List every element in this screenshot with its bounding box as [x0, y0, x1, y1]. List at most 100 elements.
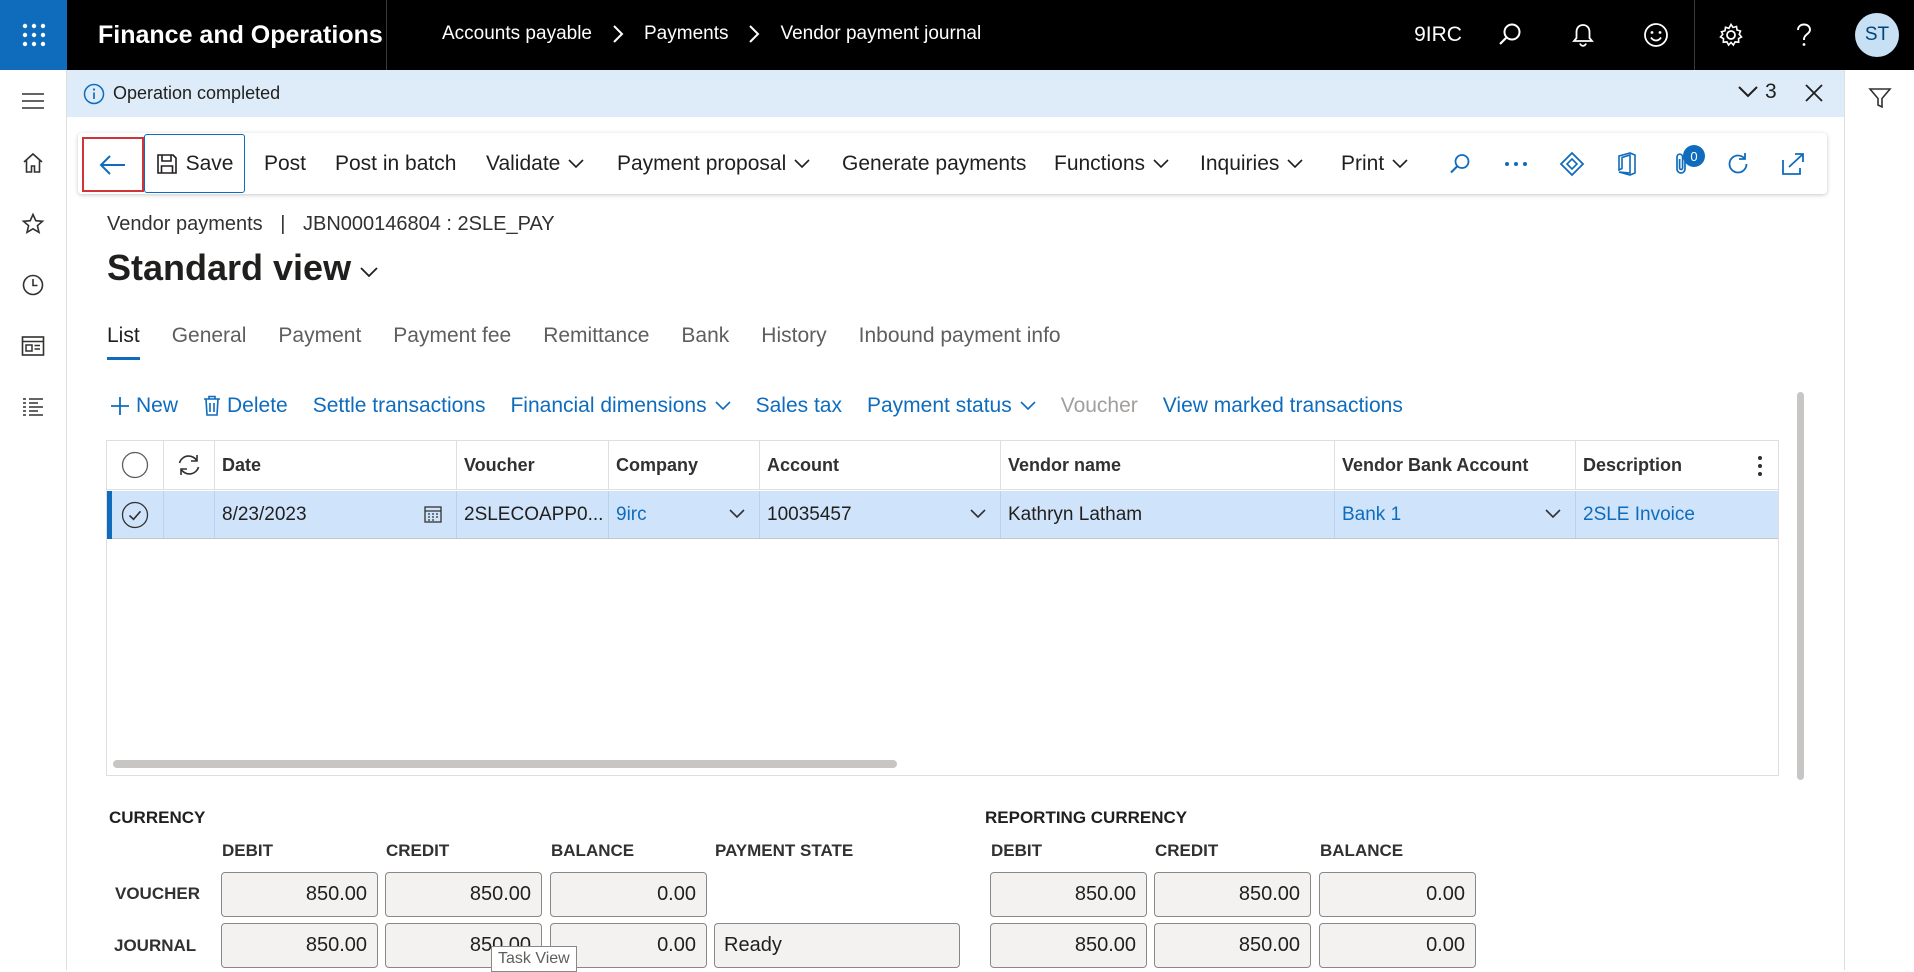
workspaces-button[interactable]: [17, 330, 49, 362]
date-cell[interactable]: 8/23/2023: [214, 491, 456, 538]
post-button[interactable]: Post: [264, 133, 306, 194]
payment-status-label: Payment status: [866, 394, 1012, 417]
company-cell[interactable]: 9irc: [608, 491, 759, 538]
favorites-button[interactable]: [17, 208, 49, 240]
delete-button[interactable]: Delete: [203, 394, 288, 418]
column-header-vendor-name[interactable]: Vendor name: [1000, 441, 1334, 489]
view-marked-transactions-button[interactable]: View marked transactions: [1163, 394, 1403, 418]
task-view-tooltip: Task View: [491, 946, 577, 972]
chevron-down-icon: [1153, 158, 1169, 168]
office-button[interactable]: [1610, 147, 1644, 181]
sales-tax-button[interactable]: Sales tax: [756, 394, 842, 418]
view-selector[interactable]: Standard view: [107, 247, 378, 289]
voucher-cell[interactable]: 2SLECOAPP0...: [456, 491, 608, 538]
pop-out-icon: [1782, 153, 1804, 175]
validate-menu[interactable]: Validate: [486, 133, 584, 194]
attachments-badge: 0: [1683, 145, 1705, 167]
message-expand-button[interactable]: 3: [1737, 80, 1777, 104]
tab-payment-fee[interactable]: Payment fee: [393, 324, 511, 356]
save-button[interactable]: Save: [144, 134, 245, 193]
company-value[interactable]: 9irc: [616, 504, 647, 526]
select-all-checkbox[interactable]: [107, 441, 163, 489]
hamburger-menu-button[interactable]: [17, 85, 49, 117]
calendar-icon[interactable]: [424, 505, 442, 523]
payment-proposal-menu[interactable]: Payment proposal: [617, 133, 810, 194]
breadcrumb-payments[interactable]: Payments: [644, 23, 728, 45]
power-apps-button[interactable]: [1555, 147, 1589, 181]
app-title[interactable]: Finance and Operations: [98, 21, 383, 50]
generate-payments-button[interactable]: Generate payments: [842, 133, 1026, 194]
tab-remittance[interactable]: Remittance: [543, 324, 649, 356]
new-button[interactable]: New: [110, 394, 178, 418]
back-button[interactable]: [82, 137, 144, 192]
help-button[interactable]: [1784, 0, 1824, 70]
column-header-date[interactable]: Date: [214, 441, 456, 489]
feedback-button[interactable]: [1636, 0, 1676, 70]
reporting-voucher-debit-field: 850.00: [990, 872, 1147, 917]
delete-label: Delete: [227, 394, 288, 417]
print-menu[interactable]: Print: [1341, 133, 1408, 194]
description-cell[interactable]: 2SLE Invoice: [1575, 491, 1778, 538]
settle-transactions-button[interactable]: Settle transactions: [313, 394, 486, 418]
horizontal-scrollbar[interactable]: [113, 760, 897, 768]
column-header-company[interactable]: Company: [608, 441, 759, 489]
account-cell[interactable]: 10035457: [759, 491, 1000, 538]
reporting-voucher-credit-field: 850.00: [1154, 872, 1311, 917]
vendor-bank-account-cell[interactable]: Bank 1: [1334, 491, 1575, 538]
functions-menu[interactable]: Functions: [1054, 133, 1169, 194]
tab-general[interactable]: General: [172, 324, 247, 356]
chevron-down-icon: [715, 401, 731, 411]
chevron-down-icon[interactable]: [729, 509, 745, 519]
avatar[interactable]: ST: [1855, 13, 1899, 57]
modules-button[interactable]: [17, 391, 49, 423]
column-header-vendor-bank-account[interactable]: Vendor Bank Account: [1334, 441, 1575, 489]
vendor-name-cell[interactable]: Kathryn Latham: [1000, 491, 1334, 538]
column-header-account[interactable]: Account: [759, 441, 1000, 489]
recent-button[interactable]: [17, 269, 49, 301]
close-message-button[interactable]: [1804, 83, 1824, 103]
voucher-button[interactable]: Voucher: [1061, 394, 1138, 418]
chevron-down-icon[interactable]: [970, 509, 986, 519]
caption-form-name: Vendor payments: [107, 213, 263, 235]
notifications-button[interactable]: [1563, 0, 1603, 70]
save-label: Save: [185, 151, 234, 175]
post-in-batch-button[interactable]: Post in batch: [335, 133, 456, 194]
payment-status-menu[interactable]: Payment status: [867, 394, 1036, 418]
star-icon: [21, 212, 45, 234]
open-in-new-window-button[interactable]: [1776, 147, 1810, 181]
inquiries-menu[interactable]: Inquiries: [1200, 133, 1303, 194]
tab-list[interactable]: List: [107, 324, 140, 360]
company-picker[interactable]: 9IRC: [1398, 0, 1478, 70]
vendor-bank-account-value[interactable]: Bank 1: [1342, 504, 1401, 526]
refresh-grid-button[interactable]: [163, 441, 214, 489]
attachments-button[interactable]: 0: [1665, 145, 1705, 181]
journal-row-label: JOURNAL: [114, 936, 197, 955]
payment-state-field: Ready: [714, 923, 960, 968]
page-caption: Vendor payments | JBN000146804 : 2SLE_PA…: [107, 213, 555, 236]
vertical-scrollbar[interactable]: [1797, 392, 1804, 780]
filter-button[interactable]: [1868, 86, 1892, 110]
chevron-down-icon: [360, 266, 378, 277]
settings-button[interactable]: [1711, 0, 1751, 70]
tab-bank[interactable]: Bank: [681, 324, 729, 356]
column-header-voucher[interactable]: Voucher: [456, 441, 608, 489]
tab-history[interactable]: History: [761, 324, 826, 356]
date-value: 8/23/2023: [222, 503, 307, 525]
find-button[interactable]: [1443, 147, 1477, 181]
refresh-button[interactable]: [1721, 147, 1755, 181]
breadcrumb-vendor-payment-journal[interactable]: Vendor payment journal: [780, 23, 981, 45]
column-header-description[interactable]: Description: [1575, 441, 1778, 489]
chevron-down-icon: [1738, 86, 1758, 98]
row-checkbox[interactable]: [107, 491, 163, 538]
more-options-button[interactable]: [1499, 147, 1533, 181]
home-button[interactable]: [17, 147, 49, 179]
financial-dimensions-menu[interactable]: Financial dimensions: [510, 394, 731, 418]
app-launcher-button[interactable]: [0, 0, 67, 70]
chevron-down-icon[interactable]: [1545, 509, 1561, 519]
column-options-button[interactable]: [1757, 455, 1763, 477]
breadcrumb-accounts-payable[interactable]: Accounts payable: [442, 23, 592, 45]
search-button[interactable]: [1490, 0, 1530, 70]
tab-payment[interactable]: Payment: [278, 324, 361, 356]
tab-inbound-payment-info[interactable]: Inbound payment info: [859, 324, 1061, 356]
table-row[interactable]: 8/23/2023 2SLECOAPP0... 9irc 10035457 Ka…: [107, 491, 1778, 539]
